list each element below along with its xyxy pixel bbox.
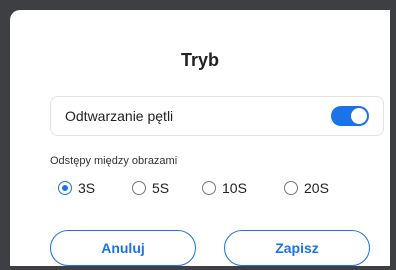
loop-playback-row: Odtwarzanie pętli [50,96,384,136]
cancel-button[interactable]: Anuluj [50,230,196,266]
radio-label: 20S [304,180,329,196]
radio-label: 3S [78,180,96,196]
switch-knob [351,108,367,124]
loop-playback-switch[interactable] [331,106,369,126]
radio-option-5s[interactable]: 5S [132,176,169,200]
radio-label: 5S [152,180,170,196]
radio-unselected-icon [202,181,216,195]
interval-section-label: Odstępy między obrazami [50,155,178,167]
dialog-title: Tryb [180,50,219,70]
radio-option-20s[interactable]: 20S [284,176,329,200]
loop-playback-label: Odtwarzanie pętli [65,108,174,124]
interval-radio-group: 3S 5S 10S 20S [50,176,384,200]
radio-option-10s[interactable]: 10S [202,176,247,200]
radio-selected-icon [58,181,72,195]
radio-label: 10S [222,180,247,196]
radio-unselected-icon [132,181,146,195]
mode-dialog: Tryb Odtwarzanie pętli Odstępy między ob… [10,10,390,266]
save-button[interactable]: Zapisz [224,230,370,266]
radio-unselected-icon [284,181,298,195]
radio-option-3s[interactable]: 3S [58,176,95,200]
